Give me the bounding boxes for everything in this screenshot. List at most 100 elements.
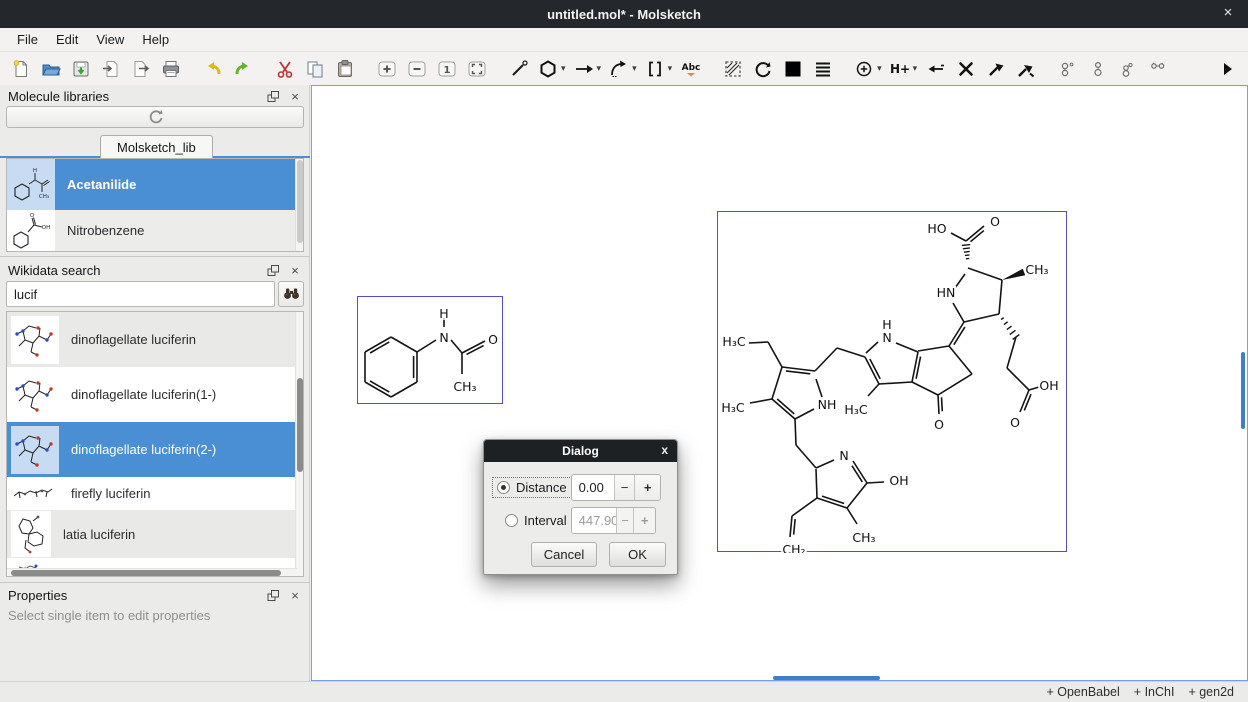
draw-bond-button[interactable] xyxy=(506,55,532,83)
distance-spinbox[interactable]: 0.00−+ xyxy=(571,474,661,501)
open-folder-button[interactable] xyxy=(38,55,64,83)
status-item: + InChI xyxy=(1134,685,1175,699)
left-dock: Molecule libraries × Molsketch_lib HCH₃A… xyxy=(0,85,310,681)
search-result-item[interactable]: dinoflagellate luciferin xyxy=(7,312,303,367)
molecule-acetanilide[interactable]: HNOCH₃ xyxy=(357,296,503,404)
fragment-2-button[interactable] xyxy=(1085,55,1111,83)
mechanism-tool-1-button[interactable] xyxy=(983,55,1009,83)
menu-view[interactable]: View xyxy=(87,29,133,50)
new-file-button[interactable] xyxy=(8,55,34,83)
color-picker-button[interactable] xyxy=(780,55,806,83)
menu-file[interactable]: File xyxy=(8,29,47,50)
svg-text:CH₃: CH₃ xyxy=(453,379,476,394)
save-button[interactable] xyxy=(68,55,94,83)
results-horizontal-scrollbar[interactable] xyxy=(7,568,297,576)
charge-button[interactable]: ▾ xyxy=(852,55,884,83)
text-tool-button[interactable]: Abc xyxy=(678,55,704,83)
chevron-down-icon[interactable]: ▾ xyxy=(632,63,637,74)
interval-radio[interactable]: Interval xyxy=(501,511,571,530)
zoom-fit-button[interactable] xyxy=(464,55,490,83)
float-panel-icon[interactable] xyxy=(266,263,280,277)
library-item-acetanilide[interactable]: HCH₃Acetanilide xyxy=(7,159,303,210)
chevron-down-icon[interactable]: ▾ xyxy=(561,63,566,74)
svg-text:H+: H+ xyxy=(890,62,910,76)
cut-button[interactable] xyxy=(272,55,298,83)
zoom-out-button[interactable] xyxy=(404,55,430,83)
decrement-button[interactable]: − xyxy=(616,508,634,533)
curved-arrow-button[interactable]: ▾ xyxy=(607,55,639,83)
rotate-button[interactable] xyxy=(750,55,776,83)
fragment-4-button[interactable] xyxy=(1145,55,1171,83)
delete-icon xyxy=(956,59,976,79)
draw-ring-button[interactable]: ▾ xyxy=(536,55,568,83)
increment-button[interactable]: + xyxy=(634,475,660,500)
library-scrollbar[interactable] xyxy=(295,159,303,251)
lone-pair-button[interactable] xyxy=(923,55,949,83)
close-panel-icon[interactable]: × xyxy=(288,588,302,602)
zoom-in-button[interactable] xyxy=(374,55,400,83)
close-panel-icon[interactable]: × xyxy=(288,263,302,277)
mechanism-tool-2-button[interactable] xyxy=(1013,55,1039,83)
search-result-item[interactable]: dinoflagellate luciferin(1-) xyxy=(7,367,303,422)
tab-molsketch-lib[interactable]: Molsketch_lib xyxy=(100,135,213,158)
distance-radio[interactable]: Distance xyxy=(493,478,571,497)
canvas-horizontal-scrollbar[interactable] xyxy=(773,676,880,680)
chevron-down-icon[interactable]: ▾ xyxy=(597,63,602,74)
decrement-button[interactable]: − xyxy=(614,475,635,500)
chevron-down-icon[interactable]: ▾ xyxy=(877,63,882,74)
cancel-button[interactable]: Cancel xyxy=(531,542,597,567)
library-item-label: Acetanilide xyxy=(67,177,136,192)
toolbar-overflow-button[interactable] xyxy=(1214,55,1240,83)
menu-edit[interactable]: Edit xyxy=(47,29,87,50)
menu-help[interactable]: Help xyxy=(133,29,178,50)
molecule-dinoflagellate-luciferin[interactable]: HOOHNCH₃OHOHNH₃CNHH₃CH₃CONOHCH₃CH₂ xyxy=(717,211,1067,552)
radio-icon[interactable] xyxy=(497,481,510,494)
status-item: + OpenBabel xyxy=(1046,685,1119,699)
redo-button[interactable] xyxy=(230,55,256,83)
spinbox-value[interactable]: 447.90 xyxy=(572,508,616,533)
refresh-libraries-button[interactable] xyxy=(6,106,304,128)
close-panel-icon[interactable]: × xyxy=(288,89,302,103)
radio-icon[interactable] xyxy=(505,514,518,527)
delete-button[interactable] xyxy=(953,55,979,83)
interval-spinbox[interactable]: 447.90−+ xyxy=(571,507,656,534)
zoom-original-button[interactable]: 1 xyxy=(434,55,460,83)
library-item-nitrobenzene[interactable]: OOHNitrobenzene xyxy=(7,210,303,251)
search-result-item[interactable]: firefly luciferin xyxy=(7,477,303,510)
chevron-down-icon[interactable]: ▾ xyxy=(913,63,918,74)
line-width-button[interactable] xyxy=(810,55,836,83)
copy-button[interactable] xyxy=(302,55,328,83)
print-button[interactable] xyxy=(158,55,184,83)
results-vertical-scrollbar[interactable] xyxy=(295,312,303,576)
increment-button[interactable]: + xyxy=(633,508,655,533)
export-file-button[interactable] xyxy=(128,55,154,83)
chevron-down-icon[interactable]: ▾ xyxy=(668,63,673,74)
fragment-3-button[interactable] xyxy=(1115,55,1141,83)
float-panel-icon[interactable] xyxy=(266,588,280,602)
dialog-close-icon[interactable]: x xyxy=(661,443,668,457)
search-button[interactable] xyxy=(278,281,304,307)
ok-button[interactable]: OK xyxy=(609,542,666,567)
hydrogen-add-button[interactable]: H+▾ xyxy=(888,55,920,83)
import-file-button[interactable] xyxy=(98,55,124,83)
drawing-canvas[interactable]: HNOCH₃ HOOHNCH₃OHOHNH₃CNHH₃CH₃CONOHCH₃CH₂ xyxy=(311,85,1248,681)
fragment-3-icon xyxy=(1118,59,1138,79)
spinbox-value[interactable]: 0.00 xyxy=(572,475,614,500)
reaction-arrow-button[interactable]: ▾ xyxy=(572,55,604,83)
paste-button[interactable] xyxy=(332,55,358,83)
canvas-vertical-scrollbar[interactable] xyxy=(1241,352,1245,429)
search-result-item[interactable]: latia luciferin xyxy=(7,510,303,558)
refresh-icon xyxy=(146,106,164,129)
fragment-2-icon xyxy=(1088,59,1108,79)
zoom-in-icon xyxy=(377,59,397,79)
dialog-row-interval: Interval447.90−+ xyxy=(484,506,679,534)
search-input[interactable] xyxy=(6,281,275,307)
float-panel-icon[interactable] xyxy=(266,89,280,103)
hatch-selection-button[interactable] xyxy=(720,55,746,83)
brackets-button[interactable]: ▾ xyxy=(643,55,675,83)
svg-text:CH₃: CH₃ xyxy=(1025,262,1048,277)
fragment-1-button[interactable] xyxy=(1055,55,1081,83)
search-result-item[interactable]: dinoflagellate luciferin(2-) xyxy=(7,422,303,477)
window-close-icon[interactable]: × xyxy=(1218,4,1238,21)
undo-button[interactable] xyxy=(200,55,226,83)
